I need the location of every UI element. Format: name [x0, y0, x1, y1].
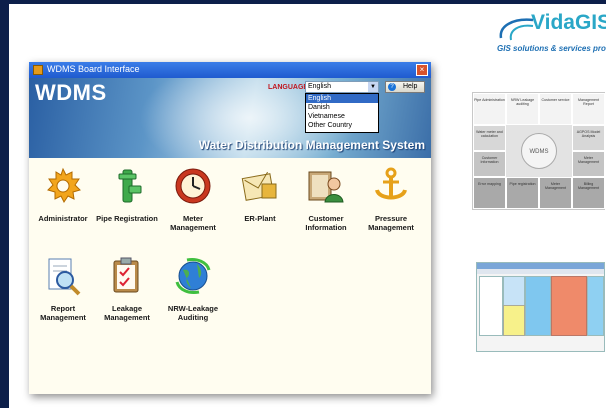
language-select[interactable]: English ▼	[305, 81, 379, 93]
module-meter-management[interactable]: Meter Management	[161, 166, 225, 232]
help-label: Help	[403, 83, 418, 90]
diagram-cell: Pipe registration	[506, 177, 539, 209]
language-selected-value: English	[308, 83, 331, 90]
module-customer-information[interactable]: Customer Information	[294, 166, 358, 232]
thumbnail-block-cyan	[525, 276, 551, 336]
diagram-cell: Meter Management	[539, 177, 572, 209]
anchor-icon	[375, 167, 407, 200]
app-name: WDMS	[35, 80, 107, 105]
report-magnifier-icon	[48, 258, 81, 296]
module-er-plant[interactable]: ER-Plant	[228, 166, 292, 224]
module-label: NRW-Leakage Auditing	[167, 304, 219, 322]
customer-book-icon	[308, 171, 344, 203]
help-icon: ?	[388, 83, 396, 91]
gear-icon	[47, 167, 81, 203]
diagram-cell: AGPOS Model Analysis	[572, 125, 605, 151]
slide: VidaGIS GIS solutions & services provid …	[9, 4, 606, 408]
language-option-danish[interactable]: Danish	[306, 103, 378, 112]
diagram-cell: Management Report	[572, 93, 605, 125]
module-label: ER-Plant	[244, 214, 276, 223]
diagram-cell: Error mapping	[473, 177, 506, 209]
module-administrator[interactable]: Administrator	[31, 166, 95, 224]
app-subtitle: Water Distribution Management System	[198, 138, 425, 152]
logo-name: VidaGIS	[531, 11, 606, 34]
thumbnail-block-yellow	[503, 305, 525, 336]
module-label: Pressure Management	[368, 214, 414, 232]
module-label: Leakage Management	[104, 304, 150, 322]
module-label: Meter Management	[170, 214, 216, 232]
diagram-cell: Customer Information	[473, 151, 506, 177]
globe-arrows-icon	[175, 258, 211, 294]
envelope-icon	[241, 171, 277, 201]
language-label: LANGUAGE	[268, 84, 309, 91]
diagram-cell: Customer service	[539, 93, 572, 125]
diagram-center-label: WDMS	[521, 133, 557, 169]
language-option-english[interactable]: English	[306, 94, 378, 103]
chevron-down-icon[interactable]: ▼	[368, 82, 378, 92]
thumbnail-block-blue	[503, 276, 525, 306]
pipe-icon	[118, 169, 142, 203]
clock-meter-icon	[175, 168, 211, 204]
module-nrw-leakage-auditing[interactable]: NRW-Leakage Auditing	[161, 256, 225, 322]
module-pipe-registration[interactable]: Pipe Registration	[95, 166, 159, 224]
module-leakage-management[interactable]: Leakage Management	[95, 256, 159, 322]
module-report-management[interactable]: Report Management	[31, 256, 95, 322]
window-titlebar[interactable]: WDMS Board Interface ×	[29, 62, 431, 78]
diagram-cell: Water meter and calculation	[473, 125, 506, 151]
diagram-cell: Billing Management	[572, 177, 605, 209]
logo-tagline: GIS solutions & services provid	[497, 44, 606, 53]
wdms-window: WDMS Board Interface × WDMS Water Distri…	[29, 62, 431, 394]
diagram-cell: NRW Leakage auditing	[506, 93, 539, 125]
thumbnail-block-orange	[551, 276, 587, 336]
app-icon	[33, 65, 43, 75]
module-label: Customer Information	[305, 214, 347, 232]
module-label: Report Management	[40, 304, 86, 322]
logo-swoosh-icon	[499, 18, 534, 41]
help-button[interactable]: ? Help	[385, 81, 425, 93]
language-dropdown-list: English Danish Vietnamese Other Country	[305, 93, 379, 133]
module-grid: Administrator Pipe Registration Meter Ma…	[29, 158, 431, 394]
module-label: Pipe Registration	[96, 214, 158, 223]
thumbnail-sidebar	[479, 276, 503, 336]
clipboard-icon	[113, 257, 139, 293]
thumbnail-block-right	[587, 276, 604, 336]
diagram-cell: Pipe Administration	[473, 93, 506, 125]
module-pressure-management[interactable]: Pressure Management	[359, 166, 423, 232]
diagram-cell: Meter Management	[572, 151, 605, 177]
language-option-other[interactable]: Other Country	[306, 121, 378, 130]
language-option-vietnamese[interactable]: Vietnamese	[306, 112, 378, 121]
vidagis-logo: VidaGIS GIS solutions & services provid	[495, 11, 606, 57]
thumbnail-toolbar	[477, 269, 604, 274]
window-title: WDMS Board Interface	[47, 64, 140, 74]
close-button[interactable]: ×	[416, 64, 428, 76]
module-label: Administrator	[38, 214, 88, 223]
interface-thumbnail	[476, 262, 605, 352]
header-banner: WDMS Water Distribution Management Syste…	[29, 78, 431, 158]
wdms-architecture-diagram: Pipe Administration NRW Leakage auditing…	[472, 92, 605, 210]
